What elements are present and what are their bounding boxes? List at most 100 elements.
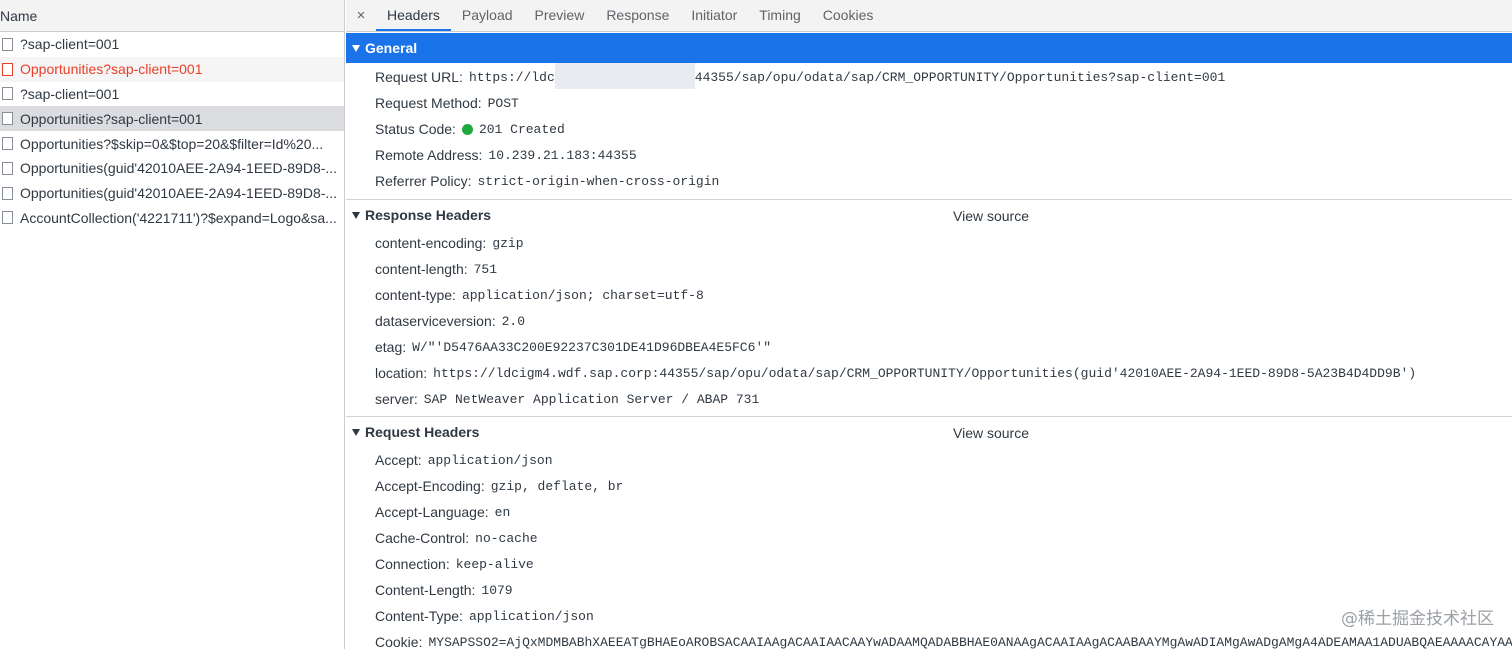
request-row[interactable]: Opportunities(guid'42010AEE-2A94-1EED-89… bbox=[0, 181, 344, 206]
close-icon[interactable]: × bbox=[346, 0, 376, 31]
request-header-row: Accept: application/json bbox=[346, 447, 1512, 473]
status-code-value: 201 Created bbox=[478, 121, 565, 137]
request-file-icon bbox=[2, 112, 13, 126]
collapse-triangle-icon bbox=[352, 428, 360, 436]
tab-timing[interactable]: Timing bbox=[748, 0, 812, 31]
request-view-source-link[interactable]: View source bbox=[953, 425, 1029, 441]
tab-list: Headers Payload Preview Response Initiator Ti… bbox=[376, 0, 884, 31]
response-header-value: SAP NetWeaver Application Server / ABAP … bbox=[423, 391, 760, 407]
response-header-key: content-type: bbox=[375, 287, 456, 303]
general-section-title: General bbox=[365, 40, 418, 56]
response-header-key: location: bbox=[375, 365, 428, 381]
status-code-row: Status Code: 201 Created bbox=[346, 116, 1512, 142]
response-headers-section-header[interactable]: Response Headers View source bbox=[346, 200, 1512, 230]
status-code-label: Status Code: bbox=[375, 121, 456, 137]
request-header-row: Content-Type: application/json bbox=[346, 603, 1512, 629]
request-header-row: Accept-Language: en bbox=[346, 499, 1512, 525]
request-method-label: Request Method: bbox=[375, 95, 482, 111]
request-file-icon bbox=[2, 137, 13, 151]
request-header-key: Accept-Encoding: bbox=[375, 478, 485, 494]
request-url-row: Request URL: https://ldc 44355/sap/opu/o… bbox=[346, 63, 1512, 90]
request-header-value: en bbox=[494, 504, 511, 520]
request-header-value: application/json bbox=[427, 452, 553, 468]
remote-address-label: Remote Address: bbox=[375, 147, 483, 163]
status-ok-icon bbox=[461, 123, 473, 135]
request-header-row: Content-Length: 1079 bbox=[346, 577, 1512, 603]
response-header-row: content-encoding: gzip bbox=[346, 230, 1512, 256]
response-headers-list: content-encoding: gzip content-length: 751 c… bbox=[346, 230, 1512, 416]
name-column-label: Name bbox=[0, 7, 38, 24]
request-row[interactable]: Opportunities?sap-client=001 bbox=[0, 56, 344, 82]
details-tab-bar: × Headers Payload Preview Response Initiator… bbox=[346, 0, 1512, 32]
request-header-key: Connection: bbox=[375, 556, 450, 572]
tab-headers[interactable]: Headers bbox=[376, 0, 451, 31]
request-header-value: gzip, deflate, br bbox=[490, 478, 624, 494]
collapse-triangle-icon bbox=[352, 44, 360, 52]
request-name: ?sap-client=001 bbox=[20, 36, 120, 53]
request-header-key: Cookie: bbox=[375, 634, 423, 649]
remote-address-row: Remote Address: 10.239.21.183:44355 bbox=[346, 142, 1512, 168]
tab-preview[interactable]: Preview bbox=[524, 0, 596, 31]
request-header-value: application/json bbox=[468, 608, 594, 624]
response-header-row: dataserviceversion: 2.0 bbox=[346, 308, 1512, 334]
request-url-prefix: https://ldc bbox=[468, 69, 555, 85]
response-header-value: 2.0 bbox=[501, 313, 526, 329]
response-header-row: etag: W/"'D5476AA33C200E92237C301DE41D96D… bbox=[346, 334, 1512, 360]
response-header-key: dataserviceversion: bbox=[375, 313, 496, 329]
request-header-row: Cache-Control: no-cache bbox=[346, 525, 1512, 551]
request-row[interactable]: ?sap-client=001 bbox=[0, 32, 344, 57]
request-header-key: Content-Length: bbox=[375, 582, 476, 598]
request-file-icon bbox=[2, 37, 13, 51]
request-name: AccountCollection('4221711')?$expand=Log… bbox=[20, 209, 337, 226]
request-header-value: MYSAPSSO2=AjQxMDMBABhXAEEATgBHAEoAROBSAC… bbox=[428, 634, 1512, 649]
request-header-row: Accept-Encoding: gzip, deflate, br bbox=[346, 473, 1512, 499]
request-row[interactable]: Opportunities?$skip=0&$top=20&$filter=Id… bbox=[0, 131, 344, 156]
request-row[interactable]: ?sap-client=001 bbox=[0, 82, 344, 107]
request-name: Opportunities?$skip=0&$top=20&$filter=Id… bbox=[20, 135, 324, 152]
request-header-value: no-cache bbox=[475, 530, 538, 546]
referrer-policy-value: strict-origin-when-cross-origin bbox=[477, 173, 720, 189]
request-row[interactable]: AccountCollection('4221711')?$expand=Log… bbox=[0, 206, 344, 231]
response-header-key: server: bbox=[375, 391, 418, 407]
tab-response[interactable]: Response bbox=[595, 0, 680, 31]
general-section-header[interactable]: General bbox=[346, 33, 1512, 63]
request-headers-list: Accept: application/json Accept-Encoding: g… bbox=[346, 447, 1512, 649]
response-view-source-link[interactable]: View source bbox=[953, 208, 1029, 224]
request-header-value: keep-alive bbox=[455, 556, 534, 572]
response-header-key: etag: bbox=[375, 339, 407, 355]
response-header-key: content-length: bbox=[375, 261, 468, 277]
request-header-row: Connection: keep-alive bbox=[346, 551, 1512, 577]
tab-payload[interactable]: Payload bbox=[451, 0, 524, 31]
name-column-header[interactable]: Name bbox=[0, 0, 344, 32]
request-header-row: Cookie: MYSAPSSO2=AjQxMDMBABhXAEEATgBHAEo… bbox=[346, 629, 1512, 649]
tab-cookies[interactable]: Cookies bbox=[812, 0, 885, 31]
request-header-key: Cache-Control: bbox=[375, 530, 470, 546]
request-headers-section-header[interactable]: Request Headers View source bbox=[346, 417, 1512, 447]
request-details-panel: × Headers Payload Preview Response Initiator… bbox=[346, 0, 1512, 649]
request-method-value: POST bbox=[487, 95, 519, 111]
collapse-triangle-icon bbox=[352, 211, 360, 219]
request-row[interactable]: Opportunities(guid'42010AEE-2A94-1EED-89… bbox=[0, 156, 344, 181]
response-header-value: application/json; charset=utf-8 bbox=[461, 287, 704, 303]
tab-initiator[interactable]: Initiator bbox=[680, 0, 748, 31]
request-list: ?sap-client=001 Opportunities?sap-client=… bbox=[0, 32, 344, 230]
request-file-icon bbox=[2, 211, 13, 225]
referrer-policy-row: Referrer Policy: strict-origin-when-cros… bbox=[346, 168, 1512, 194]
redacted-hostname bbox=[554, 63, 695, 89]
request-header-key: Accept: bbox=[375, 452, 422, 468]
request-name: Opportunities(guid'42010AEE-2A94-1EED-89… bbox=[20, 160, 338, 177]
response-header-value: 751 bbox=[473, 261, 498, 277]
request-list-panel: Name ?sap-client=001 Opportunities?sap-cl… bbox=[0, 0, 345, 649]
remote-address-value: 10.239.21.183:44355 bbox=[488, 147, 637, 163]
request-headers-title: Request Headers bbox=[365, 424, 480, 440]
watermark: @稀土掘金技术社区 bbox=[1341, 609, 1494, 629]
request-name: Opportunities?sap-client=001 bbox=[20, 61, 203, 78]
request-file-icon bbox=[2, 87, 13, 101]
request-header-key: Content-Type: bbox=[375, 608, 463, 624]
request-row[interactable]: Opportunities?sap-client=001 bbox=[0, 106, 344, 132]
response-header-key: content-encoding: bbox=[375, 235, 487, 251]
response-header-row: server: SAP NetWeaver Application Server … bbox=[346, 386, 1512, 412]
request-file-icon bbox=[2, 62, 13, 76]
general-section-body: Request URL: https://ldc 44355/sap/opu/o… bbox=[346, 63, 1512, 199]
request-url-suffix: 44355/sap/opu/odata/sap/CRM_OPPORTUNITY/… bbox=[694, 69, 1226, 85]
